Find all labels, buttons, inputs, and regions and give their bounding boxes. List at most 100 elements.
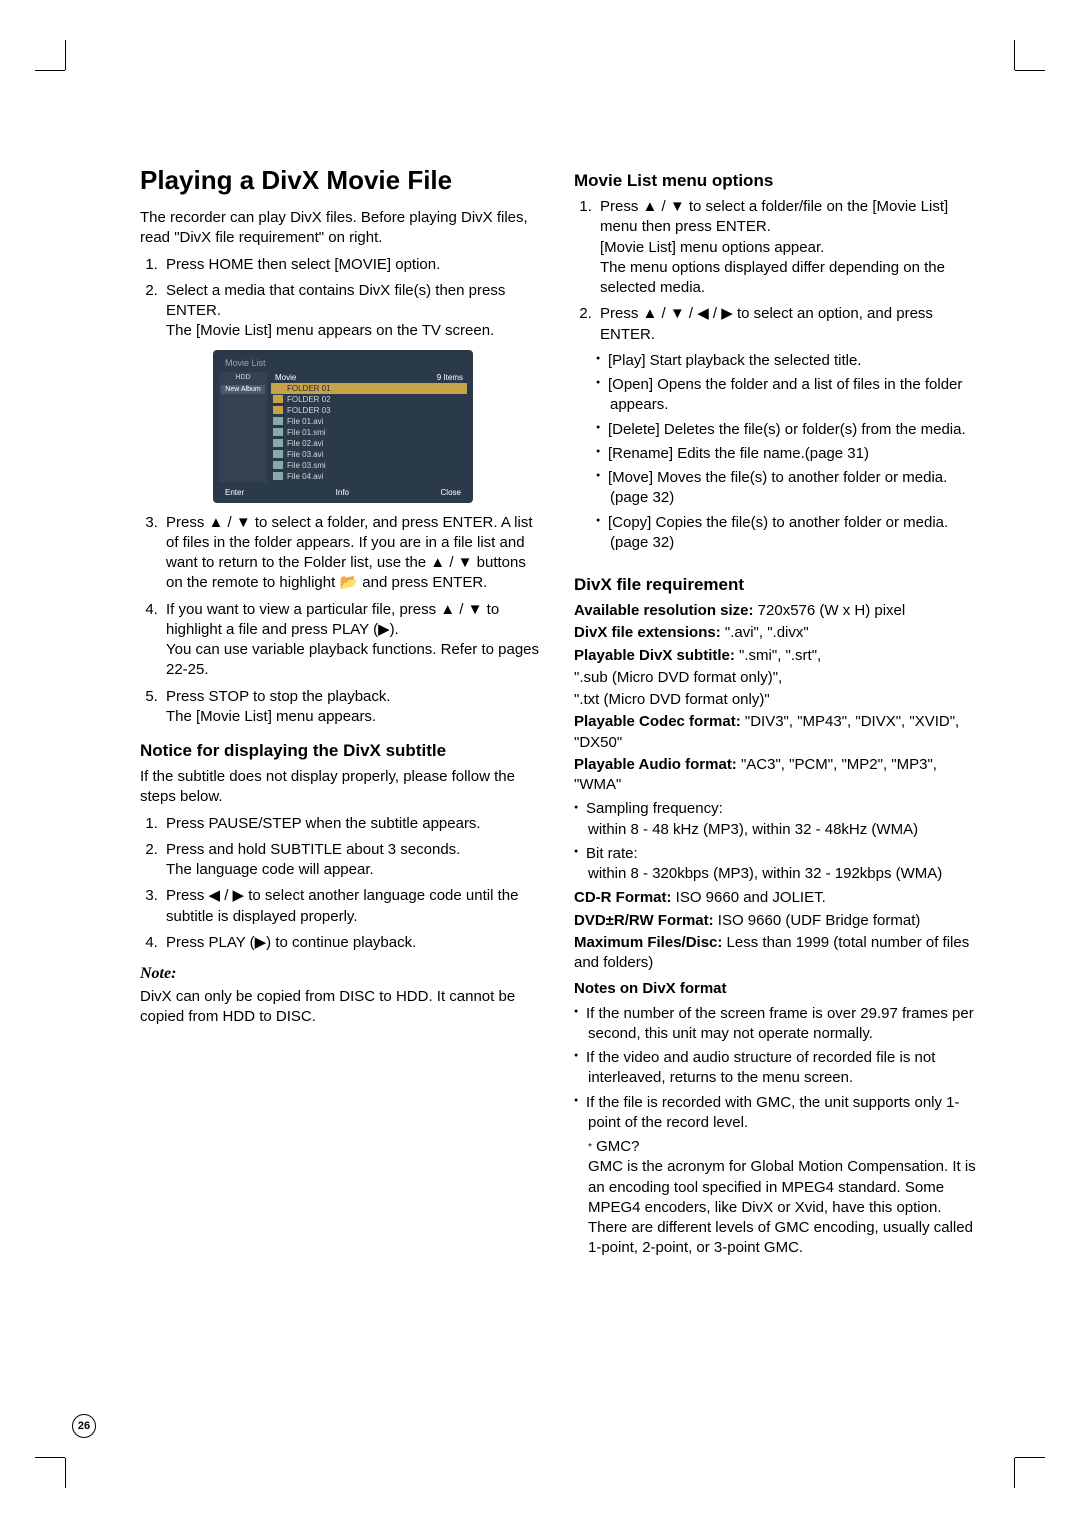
requirement-lines-2: CD-R Format: ISO 9660 and JOLIET. DVD±R/R… — [574, 888, 980, 973]
requirement-heading: DivX file requirement — [574, 575, 980, 595]
requirement-value: ".smi", ".srt", — [735, 647, 821, 664]
step: Press PAUSE/STEP when the subtitle appea… — [162, 814, 546, 834]
ss-row: File 03.smi — [271, 460, 467, 471]
requirement-line: ".txt (Micro DVD format only)" — [574, 690, 980, 710]
requirement-line: DivX file extensions: ".avi", ".divx" — [574, 623, 980, 643]
requirement-bullets-1: Sampling frequency: within 8 - 48 kHz (M… — [574, 799, 980, 884]
requirement-line: ".sub (Micro DVD format only)", — [574, 668, 980, 688]
ss-row-name: File 01.avi — [287, 417, 323, 426]
ss-footer-enter: Enter — [225, 488, 244, 497]
ss-row-name: File 03.smi — [287, 461, 326, 470]
requirement-value: 720x576 (W x H) pixel — [754, 602, 906, 619]
subtitle-steps: Press PAUSE/STEP when the subtitle appea… — [140, 814, 546, 954]
section-title: Playing a DivX Movie File — [140, 165, 546, 196]
ss-row-name: FOLDER 02 — [287, 395, 331, 404]
ss-source: HDD New Album — [219, 372, 267, 482]
file-icon — [273, 450, 283, 458]
ss-row: File 01.avi — [271, 416, 467, 427]
requirement-value: ISO 9660 and JOLIET. — [672, 889, 826, 906]
ss-row: File 04.avi — [271, 471, 467, 482]
requirement-line: Available resolution size: 720x576 (W x … — [574, 601, 980, 621]
crop-mark — [1015, 1457, 1045, 1458]
requirement-line: Playable DivX subtitle: ".smi", ".srt", — [574, 646, 980, 666]
options-bullets: [Play] Start playback the selected title… — [574, 351, 980, 553]
file-icon — [273, 417, 283, 425]
step: Press ▲ / ▼ / ◀ / ▶ to select an option,… — [596, 304, 980, 345]
bullet: Bit rate: within 8 - 320kbps (MP3), with… — [588, 844, 980, 885]
options-steps: Press ▲ / ▼ to select a folder/file on t… — [574, 197, 980, 345]
crop-mark — [35, 70, 65, 71]
step: Press ▲ / ▼ to select a folder/file on t… — [596, 197, 980, 298]
requirement-value: ISO 9660 (UDF Bridge format) — [714, 912, 921, 929]
option-bullet: [Open] Opens the folder and a list of fi… — [610, 375, 980, 416]
requirement-line: Playable Audio format: "AC3", "PCM", "MP… — [574, 755, 980, 796]
ss-new-album: New Album — [221, 385, 265, 394]
requirement-label: CD-R Format: — [574, 889, 672, 906]
requirement-label: Playable Audio format: — [574, 756, 737, 773]
main-steps-cont: Press ▲ / ▼ to select a folder, and pres… — [140, 513, 546, 728]
requirement-value: ".txt (Micro DVD format only)" — [574, 691, 770, 708]
step: Press ▲ / ▼ to select a folder, and pres… — [162, 513, 546, 594]
crop-mark — [1014, 40, 1015, 70]
requirement-label: Playable Codec format: — [574, 713, 741, 730]
folder-icon — [273, 384, 283, 392]
option-bullet: [Play] Start playback the selected title… — [610, 351, 980, 371]
crop-mark — [35, 1457, 65, 1458]
ss-row-name: File 03.avi — [287, 450, 323, 459]
ss-footer-info: Info — [336, 488, 349, 497]
requirement-label: Maximum Files/Disc: — [574, 934, 722, 951]
page-number: 26 — [72, 1414, 96, 1438]
requirement-line: DVD±R/RW Format: ISO 9660 (UDF Bridge fo… — [574, 911, 980, 931]
note-body: DivX can only be copied from DISC to HDD… — [140, 987, 546, 1028]
ss-row-name: File 04.avi — [287, 472, 323, 481]
requirement-line: CD-R Format: ISO 9660 and JOLIET. — [574, 888, 980, 908]
file-icon — [273, 439, 283, 447]
right-column: Movie List menu options Press ▲ / ▼ to s… — [574, 165, 980, 1263]
file-icon — [273, 472, 283, 480]
step: Press STOP to stop the playback. The [Mo… — [162, 687, 546, 728]
option-bullet: [Move] Moves the file(s) to another fold… — [610, 468, 980, 509]
bullet: If the number of the screen frame is ove… — [588, 1004, 980, 1045]
option-bullet: [Copy] Copies the file(s) to another fol… — [610, 513, 980, 554]
intro-text: The recorder can play DivX files. Before… — [140, 208, 546, 249]
requirement-value: ".avi", ".divx" — [721, 624, 809, 641]
option-bullet: [Rename] Edits the file name.(page 31) — [610, 444, 980, 464]
folder-icon — [273, 395, 283, 403]
note-label: Note: — [140, 965, 546, 983]
ss-row: FOLDER 02 — [271, 394, 467, 405]
file-icon — [273, 461, 283, 469]
requirement-label: DivX file extensions: — [574, 624, 721, 641]
requirement-label: Playable DivX subtitle: — [574, 647, 735, 664]
options-heading: Movie List menu options — [574, 171, 980, 191]
file-icon — [273, 428, 283, 436]
ss-row-name: File 02.avi — [287, 439, 323, 448]
notes-header: Notes on DivX format — [574, 979, 980, 999]
ss-header-right: 9 Items — [437, 373, 463, 382]
bullet: If the file is recorded with GMC, the un… — [588, 1093, 980, 1134]
ss-row: File 02.avi — [271, 438, 467, 449]
requirement-line: Maximum Files/Disc: Less than 1999 (tota… — [574, 933, 980, 974]
step: If you want to view a particular file, p… — [162, 600, 546, 681]
manual-page: Playing a DivX Movie File The recorder c… — [0, 0, 1080, 1528]
ss-row-name: FOLDER 03 — [287, 406, 331, 415]
folder-icon — [273, 406, 283, 414]
requirement-value: ".sub (Micro DVD format only)", — [574, 669, 782, 686]
movie-list-screenshot: Movie List HDD New Album Movie 9 Items F… — [213, 350, 473, 503]
step: Press HOME then select [MOVIE] option. — [162, 255, 546, 275]
step: Press and hold SUBTITLE about 3 seconds.… — [162, 840, 546, 881]
ss-header-left: Movie — [275, 373, 296, 382]
bullet: Sampling frequency: within 8 - 48 kHz (M… — [588, 799, 980, 840]
ss-row: FOLDER 01 — [271, 383, 467, 394]
requirement-label: DVD±R/RW Format: — [574, 912, 714, 929]
step: Press ◀ / ▶ to select another language c… — [162, 886, 546, 927]
ss-title: Movie List — [225, 358, 467, 368]
step: Press PLAY (▶) to continue playback. — [162, 933, 546, 953]
subtitle-intro: If the subtitle does not display properl… — [140, 767, 546, 808]
bullet: If the video and audio structure of reco… — [588, 1048, 980, 1089]
ss-row: File 01.smi — [271, 427, 467, 438]
crop-mark — [65, 40, 66, 70]
subtitle-heading: Notice for displaying the DivX subtitle — [140, 741, 546, 761]
gmc-star: * * GMC?GMC? — [588, 1137, 980, 1157]
option-bullet: [Delete] Deletes the file(s) or folder(s… — [610, 420, 980, 440]
requirement-lines: Available resolution size: 720x576 (W x … — [574, 601, 980, 795]
